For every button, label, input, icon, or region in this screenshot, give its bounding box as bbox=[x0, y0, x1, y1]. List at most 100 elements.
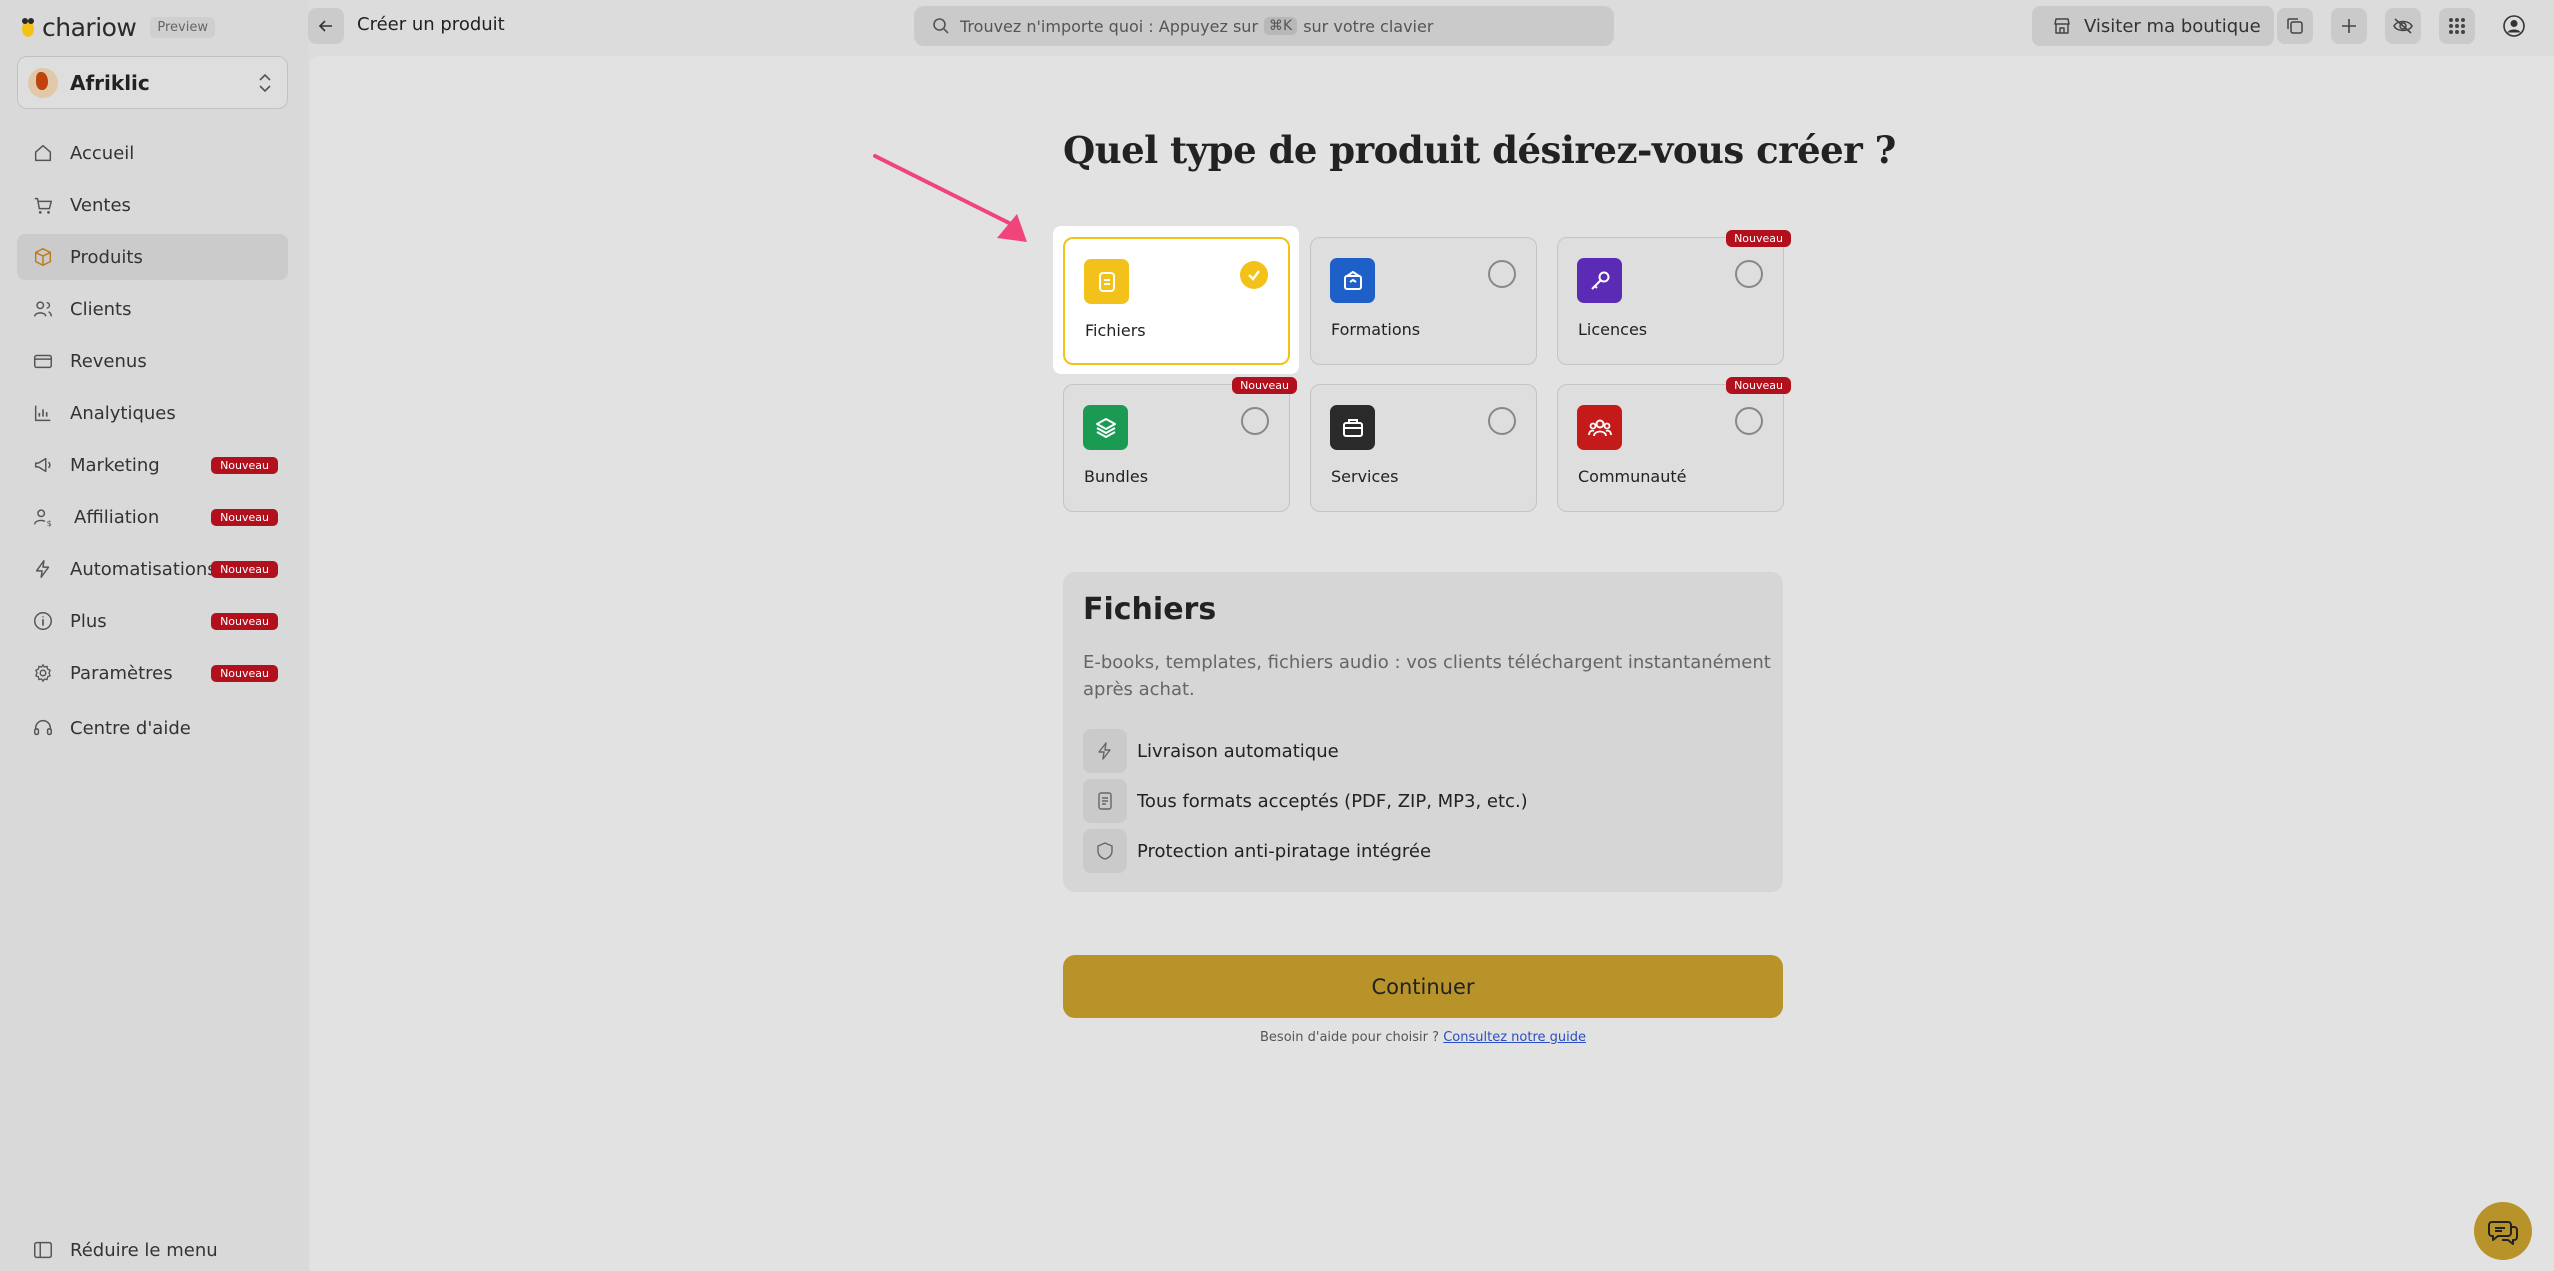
bolt-icon bbox=[1083, 729, 1127, 773]
product-type-card-bundles[interactable]: Bundles Nouveau bbox=[1063, 377, 1297, 512]
search-placeholder-end: sur votre clavier bbox=[1303, 16, 1434, 36]
product-type-card-fichiers[interactable]: Fichiers bbox=[1063, 237, 1290, 365]
card-radio[interactable] bbox=[1488, 260, 1516, 288]
card-label: Bundles bbox=[1084, 467, 1149, 486]
product-type-card-communaute[interactable]: Communauté Nouveau bbox=[1557, 377, 1791, 512]
sidebar-item-revenus[interactable]: Revenus bbox=[17, 338, 288, 384]
sidebar-item-marketing[interactable]: Marketing Nouveau bbox=[17, 442, 288, 488]
chat-icon bbox=[2488, 1221, 2518, 1245]
document-icon bbox=[1083, 779, 1127, 823]
sidebar-nav: Accueil Ventes Produits Clients Revenus … bbox=[17, 130, 288, 702]
sidebar-item-parametres[interactable]: Paramètres Nouveau bbox=[17, 650, 288, 696]
sidebar-collapse-icon bbox=[31, 1238, 55, 1262]
briefcase-icon bbox=[1330, 405, 1375, 450]
card-radio[interactable] bbox=[1735, 407, 1763, 435]
sidebar-item-clients[interactable]: Clients bbox=[17, 286, 288, 332]
money-icon bbox=[31, 349, 55, 373]
help-center-link[interactable]: Centre d'aide bbox=[31, 716, 191, 740]
card-radio[interactable] bbox=[1488, 407, 1516, 435]
chart-icon bbox=[31, 401, 55, 425]
card-radio[interactable] bbox=[1735, 260, 1763, 288]
add-button[interactable] bbox=[2331, 8, 2367, 44]
store-selector[interactable]: Afriklic bbox=[17, 56, 288, 109]
sidebar-item-analytiques[interactable]: Analytiques bbox=[17, 390, 288, 436]
sidebar-item-label: Accueil bbox=[70, 142, 135, 164]
feature-label: Livraison automatique bbox=[1137, 740, 1339, 762]
sidebar-item-label: Automatisations bbox=[70, 558, 217, 580]
feature-item: Protection anti-piratage intégrée bbox=[1083, 829, 1431, 873]
community-icon bbox=[1577, 405, 1622, 450]
duplicate-button[interactable] bbox=[2277, 8, 2313, 44]
users-icon bbox=[31, 297, 55, 321]
apps-button[interactable] bbox=[2439, 8, 2475, 44]
hide-amounts-button[interactable] bbox=[2385, 8, 2421, 44]
sidebar-item-ventes[interactable]: Ventes bbox=[17, 182, 288, 228]
bolt-icon bbox=[31, 557, 55, 581]
store-icon bbox=[2054, 18, 2070, 34]
card-radio[interactable] bbox=[1241, 407, 1269, 435]
feature-label: Tous formats acceptés (PDF, ZIP, MP3, et… bbox=[1137, 790, 1528, 812]
new-badge: Nouveau bbox=[211, 457, 278, 474]
search-placeholder-start: Trouvez n'importe quoi : Appuyez sur bbox=[960, 16, 1259, 36]
user-circle-icon bbox=[2503, 15, 2525, 37]
feature-item: Tous formats acceptés (PDF, ZIP, MP3, et… bbox=[1083, 779, 1528, 823]
visit-store-label: Visiter ma boutique bbox=[2084, 15, 2261, 37]
sidebar-item-plus[interactable]: Plus Nouveau bbox=[17, 598, 288, 644]
search-shortcut: ⌘K bbox=[1264, 17, 1298, 35]
back-button[interactable] bbox=[308, 8, 344, 44]
search-input[interactable]: Trouvez n'importe quoi : Appuyez sur ⌘K … bbox=[914, 6, 1614, 46]
continue-button[interactable]: Continuer bbox=[1063, 955, 1783, 1018]
feature-label: Protection anti-piratage intégrée bbox=[1137, 840, 1432, 862]
card-radio-selected[interactable] bbox=[1240, 261, 1268, 289]
copy-icon bbox=[2287, 18, 2303, 34]
sidebar-item-automatisations[interactable]: Automatisations Nouveau bbox=[17, 546, 288, 592]
page-title: Créer un produit bbox=[357, 14, 505, 35]
collapse-menu-label: Réduire le menu bbox=[70, 1239, 218, 1261]
preview-tag: Preview bbox=[150, 16, 215, 38]
new-badge: Nouveau bbox=[211, 665, 278, 682]
help-center-label: Centre d'aide bbox=[70, 717, 191, 739]
sidebar-item-accueil[interactable]: Accueil bbox=[17, 130, 288, 176]
new-badge: Nouveau bbox=[1726, 377, 1791, 394]
card-label: Communauté bbox=[1578, 467, 1687, 486]
collapse-menu-button[interactable]: Réduire le menu bbox=[31, 1238, 218, 1262]
search-icon bbox=[933, 18, 949, 34]
visit-store-button[interactable]: Visiter ma boutique bbox=[2032, 6, 2274, 46]
logo-mark-icon bbox=[18, 15, 38, 39]
info-title: Fichiers bbox=[1083, 592, 1217, 627]
product-type-card-formations[interactable]: Formations bbox=[1310, 237, 1537, 365]
chat-button[interactable] bbox=[2474, 1202, 2532, 1260]
product-type-card-licences[interactable]: Licences Nouveau bbox=[1557, 230, 1791, 365]
check-icon bbox=[1248, 270, 1260, 281]
home-icon bbox=[31, 141, 55, 165]
account-button[interactable] bbox=[2496, 8, 2532, 44]
help-line: Besoin d'aide pour choisir ? Consultez n… bbox=[1063, 1030, 1783, 1045]
card-label: Services bbox=[1331, 467, 1399, 486]
sidebar-item-affiliation[interactable]: $ Affiliation Nouveau bbox=[17, 494, 288, 540]
sidebar-item-produits[interactable]: Produits bbox=[17, 234, 288, 280]
grid-icon bbox=[2449, 18, 2465, 34]
product-type-info: Fichiers E-books, templates, fichiers au… bbox=[1063, 572, 1783, 892]
pointer-arrow-icon bbox=[873, 154, 1027, 242]
sidebar-item-label: Revenus bbox=[70, 350, 147, 372]
card-label: Fichiers bbox=[1085, 321, 1146, 340]
file-icon bbox=[1084, 259, 1129, 304]
card-label: Formations bbox=[1331, 320, 1421, 339]
sidebar: chariow Preview Afriklic Accueil Ventes … bbox=[0, 0, 308, 1271]
sidebar-item-label: Marketing bbox=[70, 454, 160, 476]
box-icon bbox=[31, 245, 55, 269]
affiliate-icon: $ bbox=[31, 505, 55, 529]
plus-icon bbox=[2342, 19, 2356, 33]
store-name: Afriklic bbox=[70, 70, 150, 95]
layers-icon bbox=[1083, 405, 1128, 450]
card-label: Licences bbox=[1578, 320, 1648, 339]
guide-link[interactable]: Consultez notre guide bbox=[1443, 1030, 1586, 1045]
product-type-card-services[interactable]: Services bbox=[1310, 384, 1537, 512]
sidebar-item-label: Plus bbox=[70, 610, 107, 632]
megaphone-icon bbox=[31, 453, 55, 477]
logo[interactable]: chariow Preview bbox=[18, 12, 215, 42]
graduation-icon bbox=[1330, 258, 1375, 303]
headset-icon bbox=[31, 716, 55, 740]
arrow-left-icon bbox=[318, 20, 332, 32]
new-badge: Nouveau bbox=[211, 613, 278, 630]
